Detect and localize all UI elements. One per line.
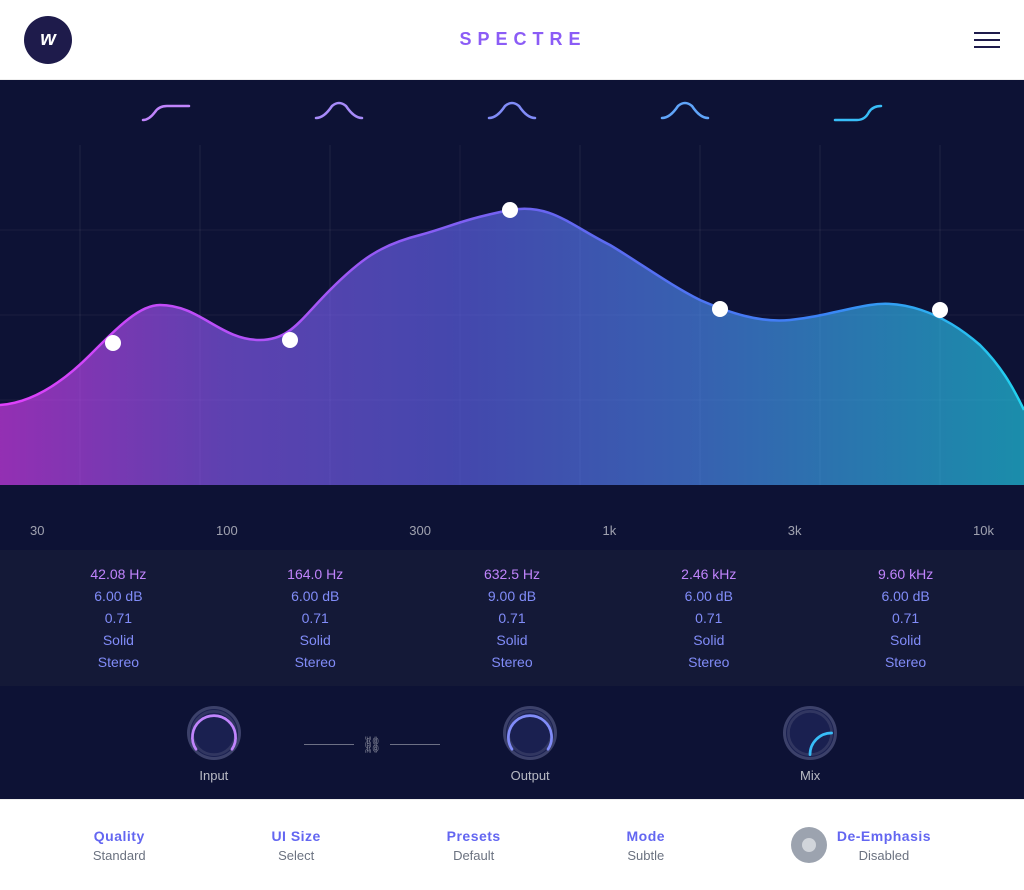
mix-knob[interactable] bbox=[783, 706, 837, 760]
hamburger-line-3 bbox=[974, 46, 1000, 48]
band-dot-4[interactable] bbox=[932, 302, 948, 318]
band-4-gain[interactable]: 6.00 dB bbox=[881, 588, 929, 604]
mode-label: Mode bbox=[627, 828, 666, 844]
mode-item[interactable]: Mode Subtle bbox=[627, 828, 666, 863]
mode-value: Subtle bbox=[627, 848, 664, 863]
output-knob[interactable] bbox=[503, 706, 557, 760]
freq-label-1k: 1k bbox=[602, 523, 616, 538]
de-emphasis-label: De-Emphasis bbox=[837, 828, 931, 844]
band-4-freq[interactable]: 9.60 kHz bbox=[878, 566, 933, 582]
band-3-q[interactable]: 0.71 bbox=[695, 610, 722, 626]
quality-label: Quality bbox=[94, 828, 145, 844]
hamburger-line-1 bbox=[974, 32, 1000, 34]
freq-label-10k: 10k bbox=[973, 523, 994, 538]
band-1-q[interactable]: 0.71 bbox=[302, 610, 329, 626]
presets-value: Default bbox=[453, 848, 494, 863]
io-connector: ⛓ bbox=[304, 735, 440, 755]
input-knob[interactable] bbox=[187, 706, 241, 760]
band-1-channel[interactable]: Stereo bbox=[295, 654, 336, 670]
band-4-channel[interactable]: Stereo bbox=[885, 654, 926, 670]
band-dot-2[interactable] bbox=[502, 202, 518, 218]
filter-icon-3[interactable] bbox=[655, 98, 715, 135]
band-1-freq[interactable]: 164.0 Hz bbox=[287, 566, 343, 582]
freq-label-300: 300 bbox=[409, 523, 431, 538]
app-title: SPECTRE bbox=[459, 29, 586, 50]
band-0-type[interactable]: Solid bbox=[103, 632, 134, 648]
input-knob-group: Input bbox=[134, 706, 294, 783]
band-2-channel[interactable]: Stereo bbox=[491, 654, 532, 670]
eq-section: 30 100 300 1k 3k 10k bbox=[0, 80, 1024, 550]
filter-icon-0[interactable] bbox=[136, 98, 196, 135]
band-0-freq[interactable]: 42.08 Hz bbox=[90, 566, 146, 582]
band-col-0: 42.08 Hz 6.00 dB 0.71 Solid Stereo bbox=[20, 566, 217, 670]
ui-size-item[interactable]: UI Size Select bbox=[271, 828, 320, 863]
de-emphasis-toggle[interactable] bbox=[791, 827, 827, 863]
ui-size-value: Select bbox=[278, 848, 314, 863]
knobs-section: Input ⛓ Output Mix bbox=[0, 686, 1024, 799]
band-3-type[interactable]: Solid bbox=[693, 632, 724, 648]
band-3-freq[interactable]: 2.46 kHz bbox=[681, 566, 736, 582]
band-3-channel[interactable]: Stereo bbox=[688, 654, 729, 670]
ui-size-label: UI Size bbox=[271, 828, 320, 844]
presets-label: Presets bbox=[447, 828, 501, 844]
band-1-type[interactable]: Solid bbox=[300, 632, 331, 648]
band-dot-3[interactable] bbox=[712, 301, 728, 317]
mix-label: Mix bbox=[800, 768, 820, 783]
freq-labels: 30 100 300 1k 3k 10k bbox=[0, 523, 1024, 538]
band-2-freq[interactable]: 632.5 Hz bbox=[484, 566, 540, 582]
filter-icon-2[interactable] bbox=[482, 98, 542, 135]
quality-item[interactable]: Quality Standard bbox=[93, 828, 146, 863]
logo[interactable]: w bbox=[24, 16, 72, 64]
band-0-gain[interactable]: 6.00 dB bbox=[94, 588, 142, 604]
presets-item[interactable]: Presets Default bbox=[447, 828, 501, 863]
de-emphasis-item: De-Emphasis Disabled bbox=[837, 828, 931, 863]
freq-label-3k: 3k bbox=[788, 523, 802, 538]
io-line-left bbox=[304, 744, 354, 745]
logo-letter: w bbox=[40, 28, 56, 51]
output-label: Output bbox=[511, 768, 550, 783]
band-col-2: 632.5 Hz 9.00 dB 0.71 Solid Stereo bbox=[414, 566, 611, 670]
band-col-4: 9.60 kHz 6.00 dB 0.71 Solid Stereo bbox=[807, 566, 1004, 670]
hamburger-line-2 bbox=[974, 39, 1000, 41]
control-panel: 42.08 Hz 6.00 dB 0.71 Solid Stereo 164.0… bbox=[0, 550, 1024, 686]
band-1-gain[interactable]: 6.00 dB bbox=[291, 588, 339, 604]
filter-icon-1[interactable] bbox=[309, 98, 369, 135]
band-2-q[interactable]: 0.71 bbox=[498, 610, 525, 626]
band-2-type[interactable]: Solid bbox=[496, 632, 527, 648]
band-0-q[interactable]: 0.71 bbox=[105, 610, 132, 626]
input-label: Input bbox=[199, 768, 228, 783]
band-col-1: 164.0 Hz 6.00 dB 0.71 Solid Stereo bbox=[217, 566, 414, 670]
band-dot-1[interactable] bbox=[282, 332, 298, 348]
menu-button[interactable] bbox=[974, 32, 1000, 48]
band-0-channel[interactable]: Stereo bbox=[98, 654, 139, 670]
header: w SPECTRE bbox=[0, 0, 1024, 80]
quality-value: Standard bbox=[93, 848, 146, 863]
freq-label-30: 30 bbox=[30, 523, 44, 538]
toggle-dot bbox=[802, 838, 816, 852]
freq-label-100: 100 bbox=[216, 523, 238, 538]
link-icon: ⛓ bbox=[362, 735, 382, 755]
band-controls: 42.08 Hz 6.00 dB 0.71 Solid Stereo 164.0… bbox=[0, 566, 1024, 670]
band-4-type[interactable]: Solid bbox=[890, 632, 921, 648]
band-dot-0[interactable] bbox=[105, 335, 121, 351]
de-emphasis-group[interactable]: De-Emphasis Disabled bbox=[791, 827, 931, 863]
mix-knob-group: Mix bbox=[730, 706, 890, 783]
filter-icon-4[interactable] bbox=[828, 98, 888, 135]
output-knob-group: Output bbox=[450, 706, 610, 783]
de-emphasis-value: Disabled bbox=[859, 848, 910, 863]
band-4-q[interactable]: 0.71 bbox=[892, 610, 919, 626]
band-3-gain[interactable]: 6.00 dB bbox=[685, 588, 733, 604]
filter-icons-row bbox=[0, 80, 1024, 135]
band-2-gain[interactable]: 9.00 dB bbox=[488, 588, 536, 604]
bottom-bar: Quality Standard UI Size Select Presets … bbox=[0, 799, 1024, 890]
eq-curve[interactable] bbox=[0, 145, 1024, 485]
io-line-right bbox=[390, 744, 440, 745]
band-col-3: 2.46 kHz 6.00 dB 0.71 Solid Stereo bbox=[610, 566, 807, 670]
